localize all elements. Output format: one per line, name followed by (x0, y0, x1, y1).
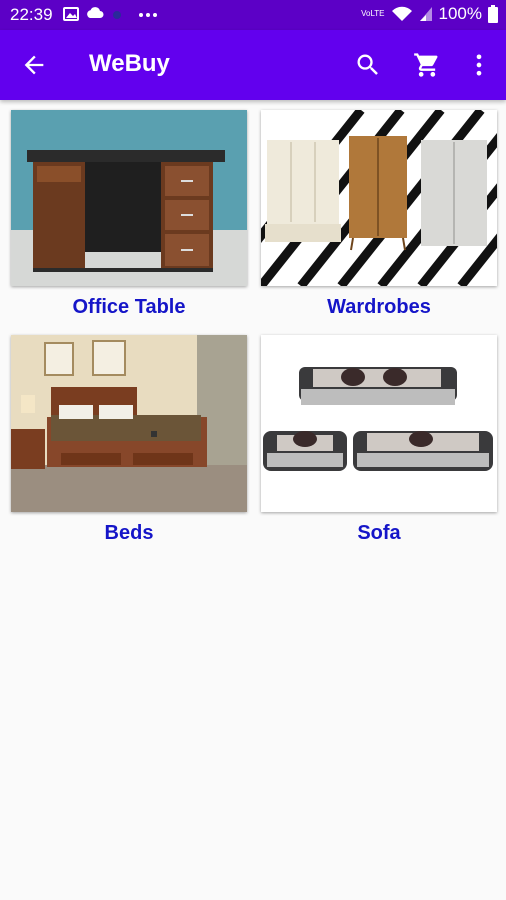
cart-icon[interactable] (413, 51, 441, 79)
app-bar: WeBuy (0, 30, 506, 100)
more-vert-icon[interactable] (465, 51, 493, 79)
category-card-office-table[interactable] (11, 110, 247, 286)
category-card-sofa[interactable] (261, 335, 497, 512)
wifi-icon (391, 6, 412, 21)
status-bar: 22:39 VoLTE 100% (0, 0, 506, 30)
cloud-notification-icon (87, 7, 104, 18)
category-label[interactable]: Sofa (261, 522, 497, 545)
battery-icon (488, 5, 498, 23)
beds-image (11, 335, 247, 512)
status-time: 22:39 (10, 5, 53, 24)
category-label[interactable]: Beds (11, 522, 247, 545)
category-card-wardrobes[interactable] (261, 110, 497, 286)
more-notifications-icon (139, 13, 157, 17)
office-table-image (11, 110, 247, 286)
volte-indicator: VoLTE (361, 9, 385, 18)
app-notification-icon (113, 11, 121, 19)
app-title: WeBuy (89, 50, 170, 77)
category-card-beds[interactable] (11, 335, 247, 512)
category-label[interactable]: Wardrobes (261, 296, 497, 319)
battery-percent: 100% (438, 4, 482, 23)
sofa-image (261, 335, 497, 512)
search-icon[interactable] (354, 51, 382, 79)
category-label[interactable]: Office Table (11, 296, 247, 319)
image-notification-icon (63, 7, 79, 21)
signal-icon (419, 7, 432, 21)
wardrobes-image (261, 110, 497, 286)
back-arrow-icon[interactable] (20, 51, 48, 79)
